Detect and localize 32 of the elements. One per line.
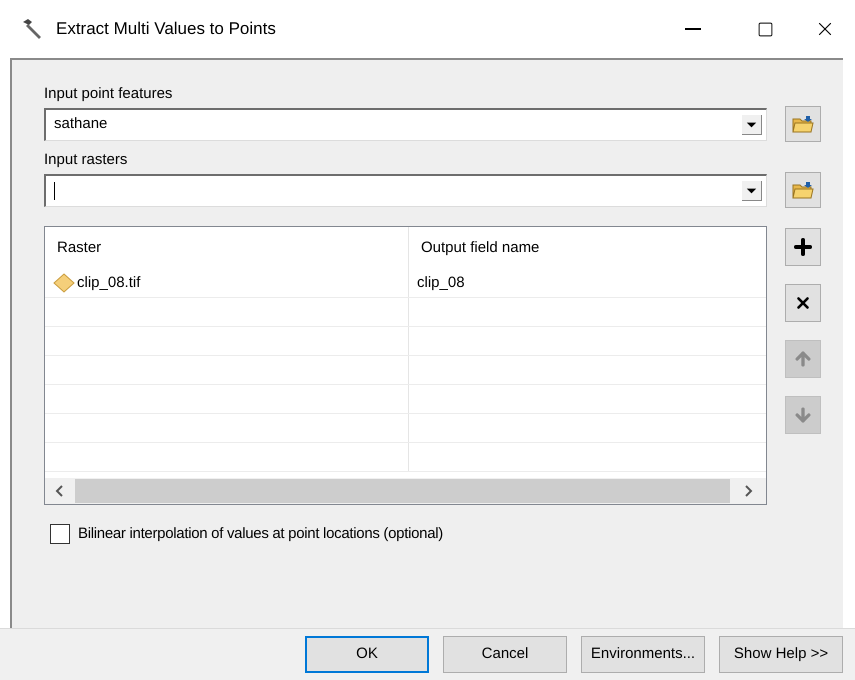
dialog-button[interactable]: OK	[305, 636, 429, 673]
minimize-icon	[685, 28, 701, 30]
scroll-thumb[interactable]	[75, 479, 730, 503]
field-label: Input point features	[44, 84, 174, 104]
close-icon	[794, 294, 812, 312]
add-row-button[interactable]	[785, 228, 821, 266]
combo-field[interactable]: sathane	[44, 108, 767, 140]
window-title: Extract Multi Values to Points	[56, 18, 277, 40]
dialog-button[interactable]: Show Help >>	[719, 636, 843, 673]
folder-icon	[792, 115, 814, 133]
column-header[interactable]: Output field name	[409, 227, 766, 269]
text-cursor	[54, 182, 55, 200]
field-value: sathane	[54, 114, 108, 134]
horizontal-scrollbar[interactable]	[45, 478, 766, 504]
browse-button[interactable]	[785, 172, 821, 208]
remove-row-button[interactable]	[785, 284, 821, 322]
checkbox[interactable]	[50, 524, 70, 544]
browse-button[interactable]	[785, 106, 821, 142]
folder-icon	[792, 181, 814, 199]
scroll-right-icon[interactable]	[743, 485, 753, 497]
field-label: Input rasters	[44, 150, 128, 170]
table-cell-text: clip_08	[416, 272, 466, 293]
dialog-button[interactable]: Environments...	[581, 636, 705, 673]
scroll-left-icon[interactable]	[55, 485, 65, 497]
add-icon	[791, 235, 815, 259]
raster-diamond-icon	[53, 273, 75, 293]
combo-field[interactable]	[44, 174, 767, 206]
column-header[interactable]: Raster	[45, 227, 409, 269]
table-cell: clip_08.tif	[45, 269, 409, 297]
maximize-icon	[756, 20, 774, 38]
checkbox-label: Bilinear interpolation of values at point locations (optional)	[78, 524, 443, 544]
dialog-button[interactable]: Cancel	[443, 636, 567, 673]
